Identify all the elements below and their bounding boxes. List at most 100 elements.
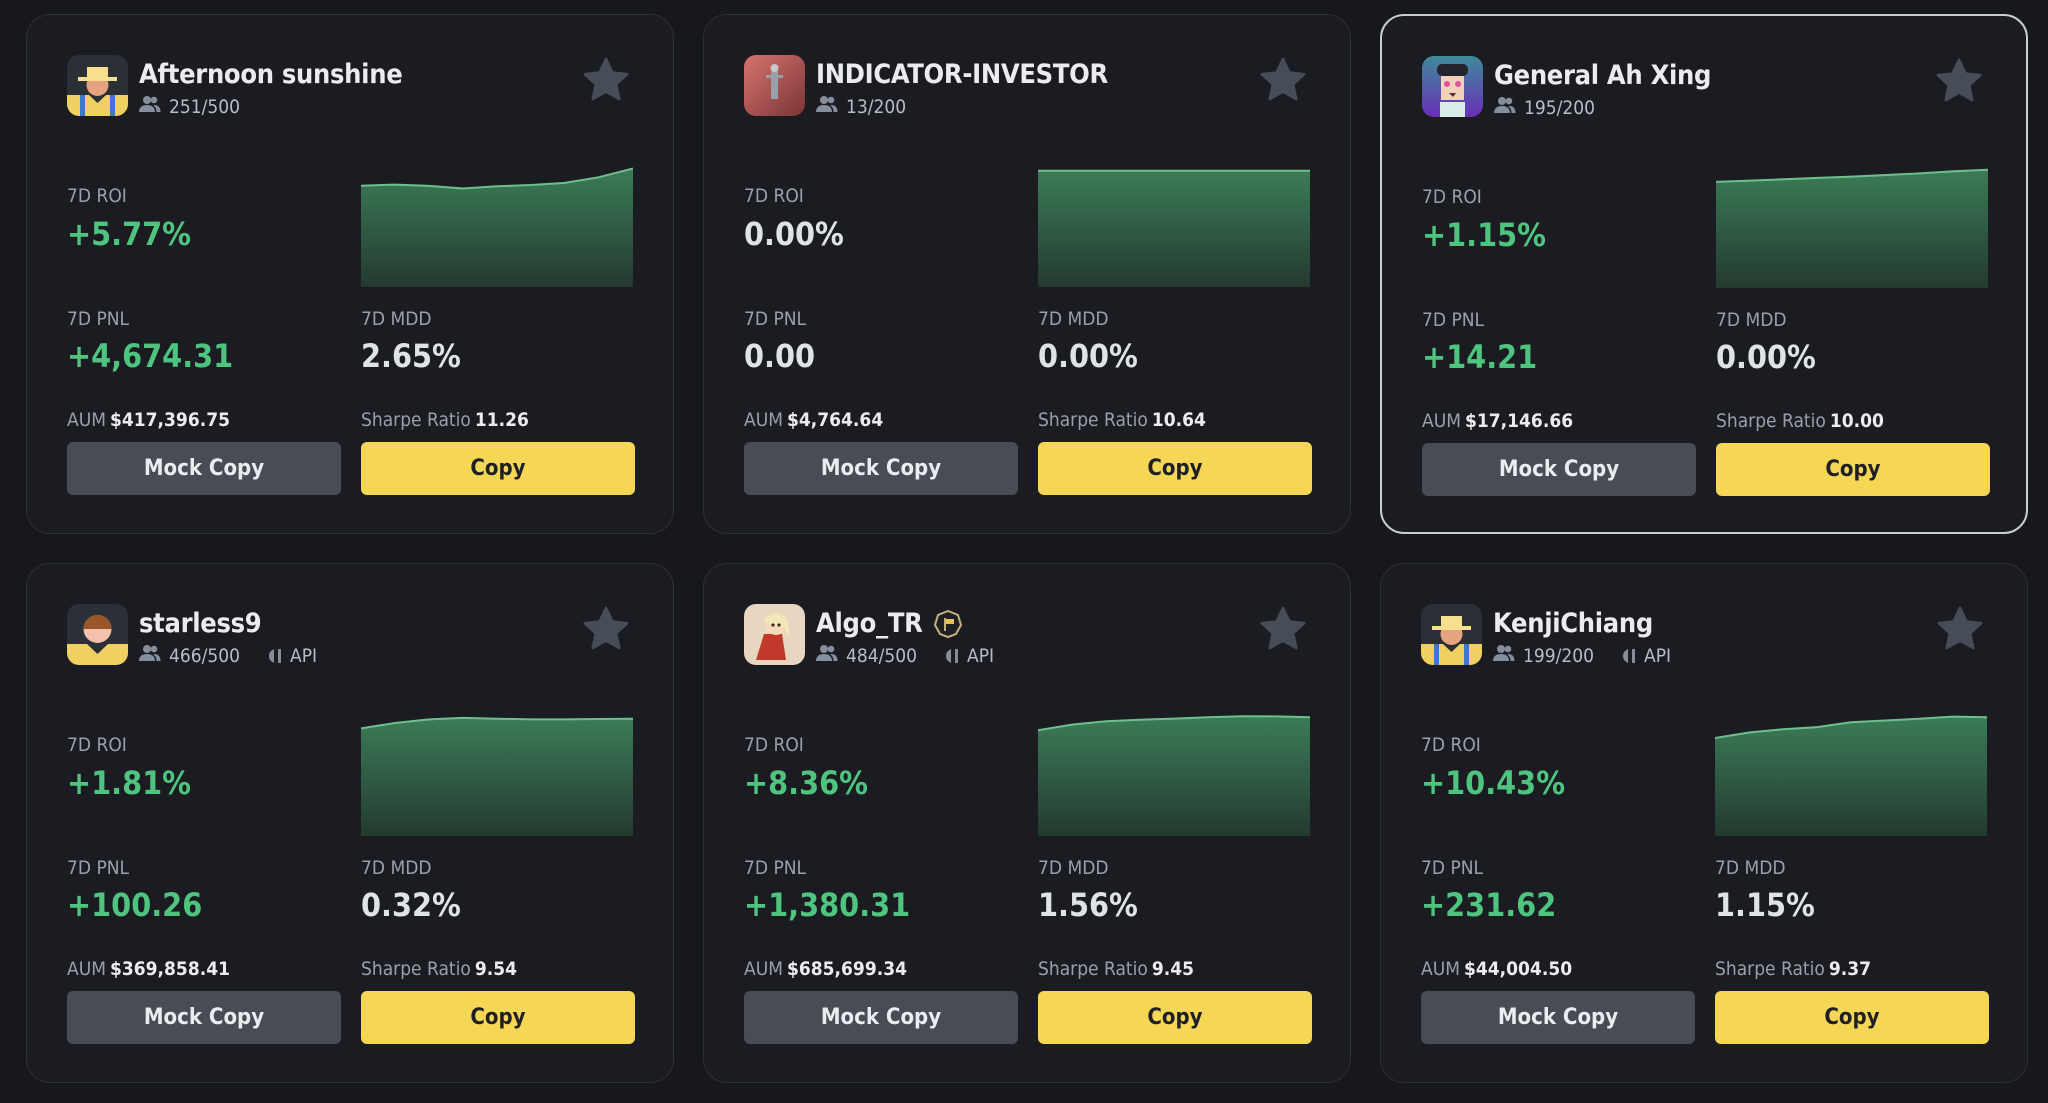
followers-count: 195/200	[1524, 96, 1595, 119]
aum-value: $17,146.66	[1464, 410, 1574, 432]
api-tag: API	[1618, 645, 1671, 667]
mdd-value: 0.00%	[1038, 337, 1138, 375]
api-label: API	[290, 644, 318, 667]
trader-meta: 484/500 API	[816, 644, 994, 667]
sharpe-label: Sharpe Ratio	[1716, 410, 1826, 432]
pnl-value: 0.00	[744, 337, 816, 375]
aum-value: $685,699.34	[786, 958, 907, 980]
mdd-label: 7D MDD	[1716, 309, 1787, 331]
mdd-label: 7D MDD	[361, 857, 432, 879]
trader-card-3[interactable]: starless9 466/500 API 7D ROI +1.81% 7D P…	[26, 563, 674, 1083]
copy-button[interactable]: Copy	[1715, 991, 1989, 1044]
sharpe-label: Sharpe Ratio	[1715, 958, 1825, 980]
followers-icon	[1494, 96, 1516, 119]
trader-name[interactable]: INDICATOR-INVESTOR	[816, 59, 1108, 90]
avatar[interactable]	[744, 604, 805, 665]
sparkline-area	[361, 717, 633, 836]
card-header: Algo_TR 484/500 API	[744, 604, 1310, 668]
favorite-button[interactable]	[1934, 56, 1984, 106]
trader-card-5[interactable]: KenjiChiang 199/200 API 7D ROI +10.43% 7…	[1380, 563, 2028, 1083]
trader-card-4[interactable]: Algo_TR 484/500 API 7D ROI +8.36% 7D PNL…	[703, 563, 1351, 1083]
trader-name-row[interactable]: KenjiChiang	[1493, 608, 1653, 639]
star-icon	[583, 57, 629, 101]
roi-sparkline	[1715, 715, 1987, 836]
pnl-value: +1,380.31	[744, 886, 911, 924]
roi-label: 7D ROI	[1422, 186, 1482, 208]
trader-meta: 466/500 API	[139, 644, 317, 667]
avatar[interactable]	[67, 604, 128, 665]
roi-value: 0.00%	[744, 215, 844, 253]
trader-name[interactable]: Afternoon sunshine	[139, 59, 403, 90]
trader-name-row[interactable]: Algo_TR	[816, 608, 963, 639]
mock-copy-button[interactable]: Mock Copy	[67, 991, 341, 1044]
sharpe-ratio: Sharpe Ratio 10.64	[1038, 409, 1206, 431]
aum-label: AUM	[744, 409, 783, 431]
trader-name-row[interactable]: General Ah Xing	[1494, 60, 1711, 91]
favorite-button[interactable]	[1935, 604, 1985, 654]
mock-copy-button[interactable]: Mock Copy	[1421, 991, 1695, 1044]
api-tag: API	[941, 645, 994, 667]
trader-name[interactable]: General Ah Xing	[1494, 60, 1711, 91]
followers-count: 13/200	[846, 95, 907, 118]
mock-copy-button[interactable]: Mock Copy	[744, 442, 1018, 495]
trader-name-row[interactable]: INDICATOR-INVESTOR	[816, 59, 1108, 90]
trader-card-grid: Afternoon sunshine 251/500 7D ROI +5.77%…	[26, 14, 2028, 1083]
trader-name[interactable]: starless9	[139, 608, 262, 639]
trader-card-1[interactable]: INDICATOR-INVESTOR 13/200 7D ROI 0.00% 7…	[703, 14, 1351, 534]
favorite-button[interactable]	[581, 55, 631, 105]
followers-icon	[139, 644, 161, 667]
mdd-value: 1.56%	[1038, 886, 1138, 924]
copy-button[interactable]: Copy	[361, 442, 635, 495]
pnl-label: 7D PNL	[744, 857, 807, 879]
pnl-value: +14.21	[1422, 338, 1538, 376]
mdd-value: 0.00%	[1716, 338, 1816, 376]
sharpe-value: 10.00	[1829, 410, 1884, 432]
avatar[interactable]	[1421, 604, 1482, 665]
sharpe-value: 9.37	[1828, 958, 1872, 980]
pnl-label: 7D PNL	[1421, 857, 1484, 879]
roi-label: 7D ROI	[67, 734, 127, 756]
avatar[interactable]	[744, 55, 805, 116]
api-tag: API	[264, 645, 317, 667]
aum-label: AUM	[67, 409, 106, 431]
sharpe-value: 9.54	[474, 958, 518, 980]
copy-button[interactable]: Copy	[1716, 443, 1990, 496]
favorite-button[interactable]	[1258, 55, 1308, 105]
trader-name-row[interactable]: starless9	[139, 608, 262, 639]
sparkline-area	[1716, 169, 1988, 288]
aum: AUM $44,004.50	[1421, 958, 1572, 980]
mock-copy-button[interactable]: Mock Copy	[744, 991, 1018, 1044]
trader-card-0[interactable]: Afternoon sunshine 251/500 7D ROI +5.77%…	[26, 14, 674, 534]
star-icon	[1937, 606, 1983, 650]
trader-name-row[interactable]: Afternoon sunshine	[139, 59, 403, 90]
mock-copy-button[interactable]: Mock Copy	[1422, 443, 1696, 496]
trader-name[interactable]: KenjiChiang	[1493, 608, 1653, 639]
copy-button[interactable]: Copy	[1038, 991, 1312, 1044]
copy-button[interactable]: Copy	[361, 991, 635, 1044]
roi-label: 7D ROI	[1421, 734, 1481, 756]
trader-name[interactable]: Algo_TR	[816, 608, 923, 639]
favorite-button[interactable]	[581, 604, 631, 654]
trader-card-2[interactable]: General Ah Xing 195/200 7D ROI +1.15% 7D…	[1380, 14, 2028, 534]
api-icon	[941, 647, 961, 665]
api-icon	[1618, 647, 1638, 665]
pnl-value: +4,674.31	[67, 337, 234, 375]
pnl-value: +231.62	[1421, 886, 1557, 924]
followers-count: 199/200	[1523, 644, 1594, 667]
mock-copy-button[interactable]: Mock Copy	[67, 442, 341, 495]
aum: AUM $417,396.75	[67, 409, 230, 431]
roi-sparkline	[361, 716, 633, 836]
mdd-label: 7D MDD	[1715, 857, 1786, 879]
aum: AUM $369,858.41	[67, 958, 230, 980]
aum-value: $44,004.50	[1463, 958, 1573, 980]
roi-label: 7D ROI	[744, 734, 804, 756]
avatar[interactable]	[67, 55, 128, 116]
avatar[interactable]	[1422, 56, 1483, 117]
copy-button[interactable]: Copy	[1038, 442, 1312, 495]
aum-value: $4,764.64	[786, 409, 884, 431]
sparkline-area	[1038, 716, 1310, 836]
favorite-button[interactable]	[1258, 604, 1308, 654]
aum: AUM $4,764.64	[744, 409, 883, 431]
star-icon	[1260, 57, 1306, 101]
sharpe-label: Sharpe Ratio	[1038, 958, 1148, 980]
